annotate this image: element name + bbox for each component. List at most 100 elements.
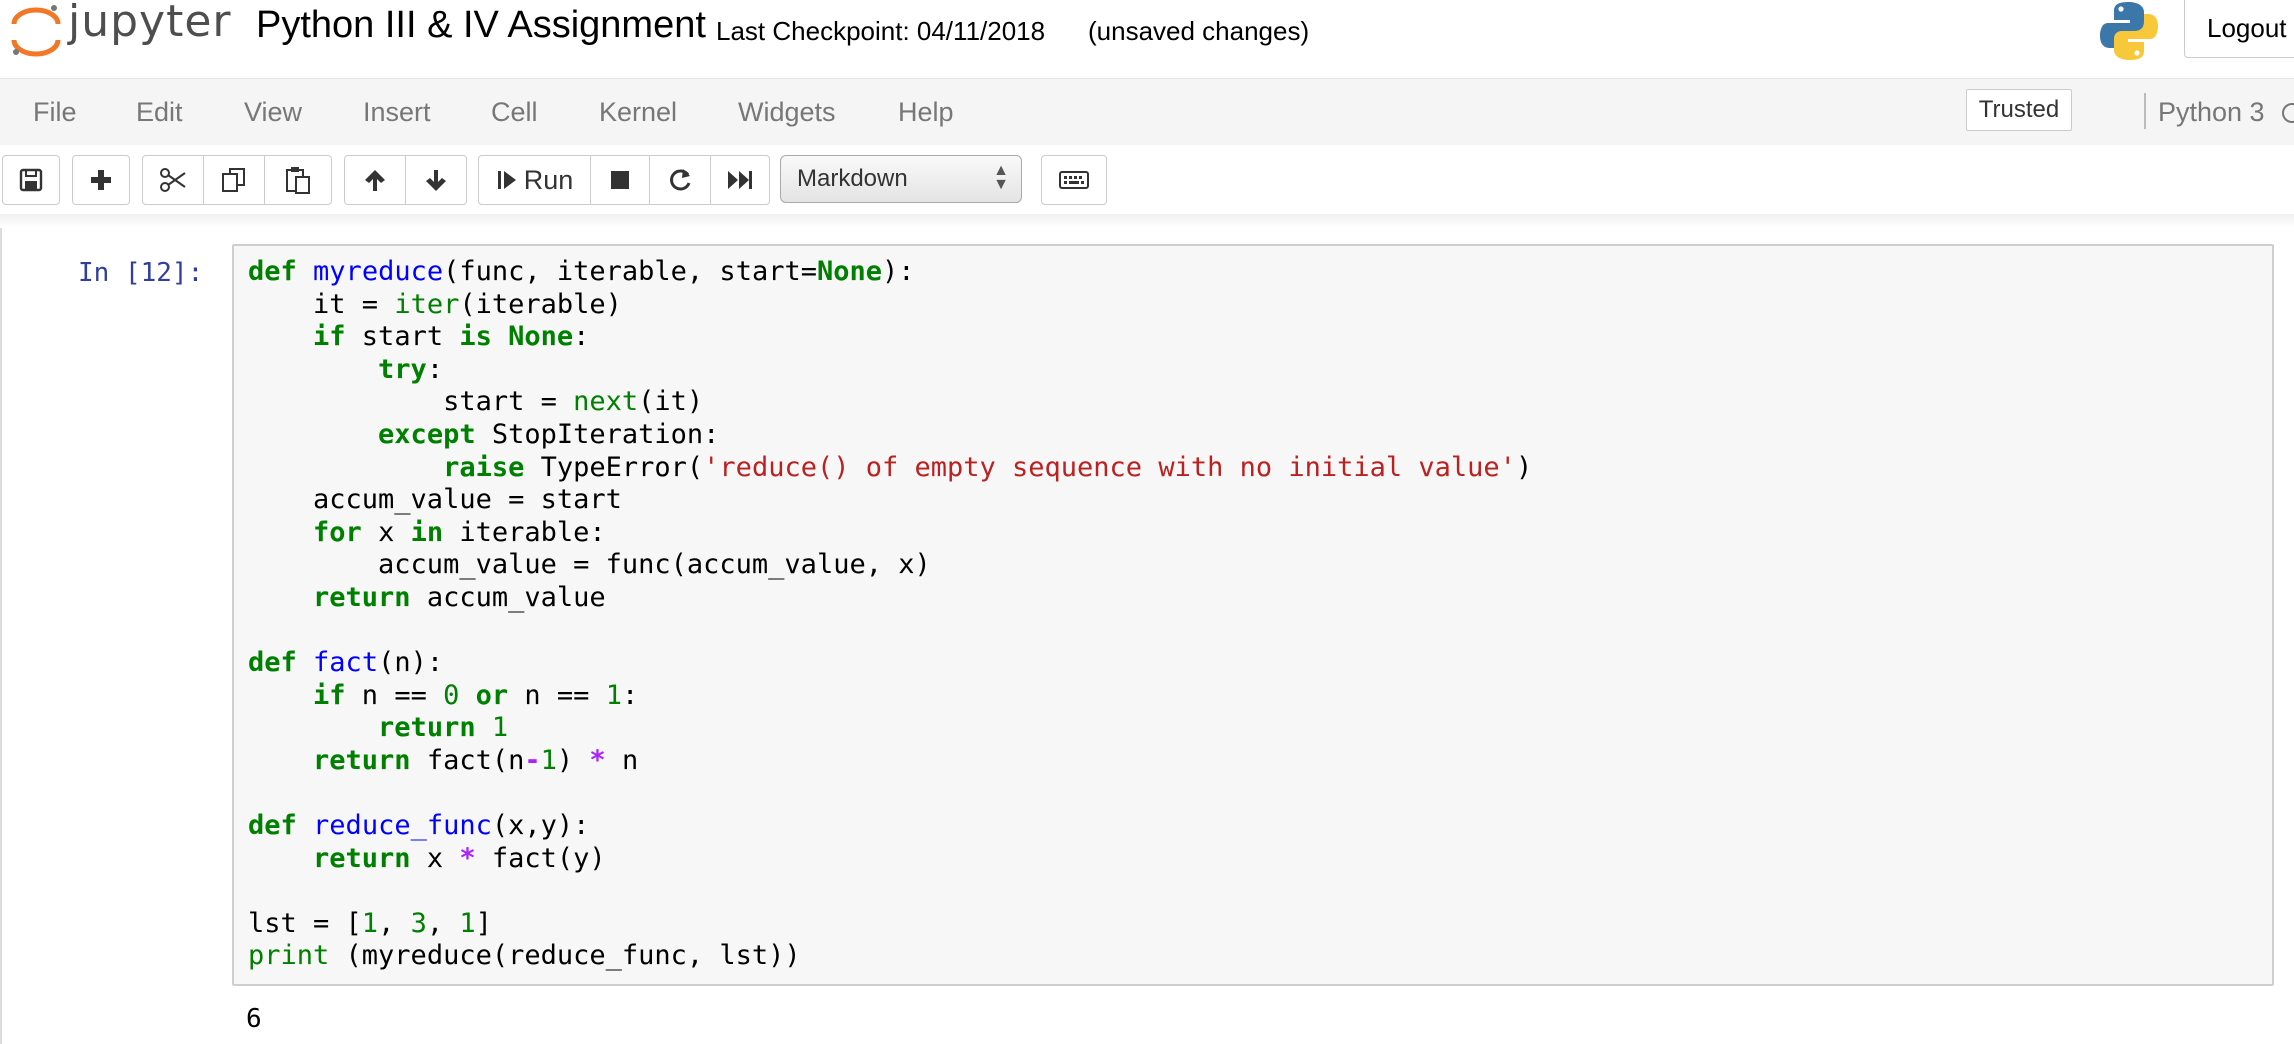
code-token: iterable: [443, 516, 606, 548]
jupyter-logo-icon [11, 5, 61, 57]
code-token: (iterable) [459, 288, 622, 320]
trusted-badge[interactable]: Trusted [1966, 89, 2072, 131]
paste-button[interactable] [264, 155, 332, 205]
code-line: print (myreduce(reduce_func, lst)) [248, 940, 1532, 973]
insert-cell-button[interactable] [72, 155, 130, 205]
code-token: 1 [605, 679, 622, 711]
notebook-left-border [0, 228, 2, 1044]
code-token: 0 [443, 679, 460, 711]
code-token: ) [556, 744, 590, 776]
code-token: * [589, 744, 606, 776]
code-line: accum_value = start [248, 484, 1532, 517]
menu-edit[interactable]: Edit [136, 97, 183, 128]
code-token: (it) [638, 386, 704, 418]
menu-widgets[interactable]: Widgets [738, 97, 836, 128]
cut-button[interactable] [142, 155, 204, 205]
code-line: return x * fact(y) [248, 843, 1532, 876]
menu-help[interactable]: Help [898, 97, 954, 128]
logout-button[interactable]: Logout [2184, 0, 2294, 58]
code-token: return [313, 842, 411, 874]
copy-icon [222, 168, 245, 192]
cell-type-select[interactable]: Markdown ▲ ▼ [780, 155, 1022, 203]
code-token: lst = [ [248, 907, 362, 939]
code-token: (n): [378, 647, 444, 679]
paste-icon [286, 167, 310, 194]
code-token: 1 [540, 744, 557, 776]
logo-text: jupyter [68, 0, 232, 47]
code-token: , [378, 907, 411, 939]
restart-run-all-button[interactable] [710, 155, 770, 205]
code-token: * [459, 842, 476, 874]
code-line: if start is None: [248, 321, 1532, 354]
menu-view[interactable]: View [244, 97, 302, 128]
restart-kernel-button[interactable] [649, 155, 711, 205]
code-line: def myreduce(func, iterable, start=None)… [248, 256, 1532, 289]
save-button[interactable] [2, 155, 60, 205]
run-button[interactable]: Run [478, 155, 591, 205]
code-token: is [459, 321, 492, 353]
code-token: : [426, 353, 444, 385]
code-cell-editor[interactable]: def myreduce(func, iterable, start=None)… [232, 244, 2274, 986]
code-line: accum_value = func(accum_value, x) [248, 549, 1532, 582]
code-token: 1 [361, 907, 379, 939]
code-line: return accum_value [248, 582, 1532, 615]
menu-file[interactable]: File [33, 97, 77, 128]
code-token: 'reduce() of empty sequence with no init… [703, 451, 1516, 483]
jupyter-logo[interactable]: jupyter [10, 0, 240, 60]
code-token: except [378, 418, 476, 450]
code-text: def myreduce(func, iterable, start=None)… [248, 256, 1532, 973]
code-token: , [426, 907, 460, 939]
run-icon [497, 171, 516, 189]
move-down-button[interactable] [405, 155, 467, 205]
menu-cell[interactable]: Cell [491, 97, 538, 128]
code-token: reduce_func [313, 810, 492, 842]
code-token: it = [248, 288, 395, 320]
code-token: - [524, 744, 541, 776]
kernel-divider [2144, 93, 2146, 129]
command-palette-button[interactable] [1041, 155, 1107, 205]
code-token: fact [313, 647, 379, 679]
interrupt-kernel-button[interactable] [590, 155, 650, 205]
code-token: (func, iterable, start= [443, 256, 817, 287]
last-checkpoint: Last Checkpoint: 04/11/2018 [716, 16, 1046, 46]
code-token: fact(y) [475, 842, 606, 874]
code-token: : [621, 679, 639, 711]
code-token: 1 [459, 907, 476, 939]
copy-button[interactable] [203, 155, 265, 205]
python-logo-icon [2100, 2, 2158, 60]
code-token: start [345, 321, 460, 353]
code-token: return [313, 581, 411, 613]
code-token: def [248, 647, 297, 679]
code-token: ): [882, 256, 915, 287]
unsaved-changes-indicator: (unsaved changes) [1088, 16, 1310, 46]
code-token: x [361, 516, 411, 548]
toolbar-shadow [0, 214, 2294, 228]
notebook-title[interactable]: Python III & IV Assignment [256, 4, 706, 47]
code-line: for x in iterable: [248, 517, 1532, 550]
code-token: TypeError( [524, 451, 704, 483]
notebook-container: In [12]: def myreduce(func, iterable, st… [0, 228, 2294, 1044]
code-token: StopIteration: [475, 418, 720, 450]
kernel-name[interactable]: Python 3 [2158, 97, 2265, 128]
code-token: 1 [491, 712, 509, 744]
code-token: ] [475, 907, 492, 939]
menu-kernel[interactable]: Kernel [599, 97, 677, 128]
toolbar: Run Markdown ▲ ▼ [0, 145, 2294, 215]
input-prompt: In [12]: [78, 258, 204, 288]
code-token: start = [248, 386, 574, 418]
arrow-up-icon [365, 170, 385, 191]
menu-insert[interactable]: Insert [363, 97, 431, 128]
code-line: return 1 [248, 712, 1532, 745]
code-token: accum_value = func(accum_value, x) [248, 549, 931, 581]
arrow-down-icon [426, 170, 446, 191]
code-token: raise [443, 451, 525, 483]
move-up-button[interactable] [344, 155, 406, 205]
code-token: return [313, 744, 411, 776]
